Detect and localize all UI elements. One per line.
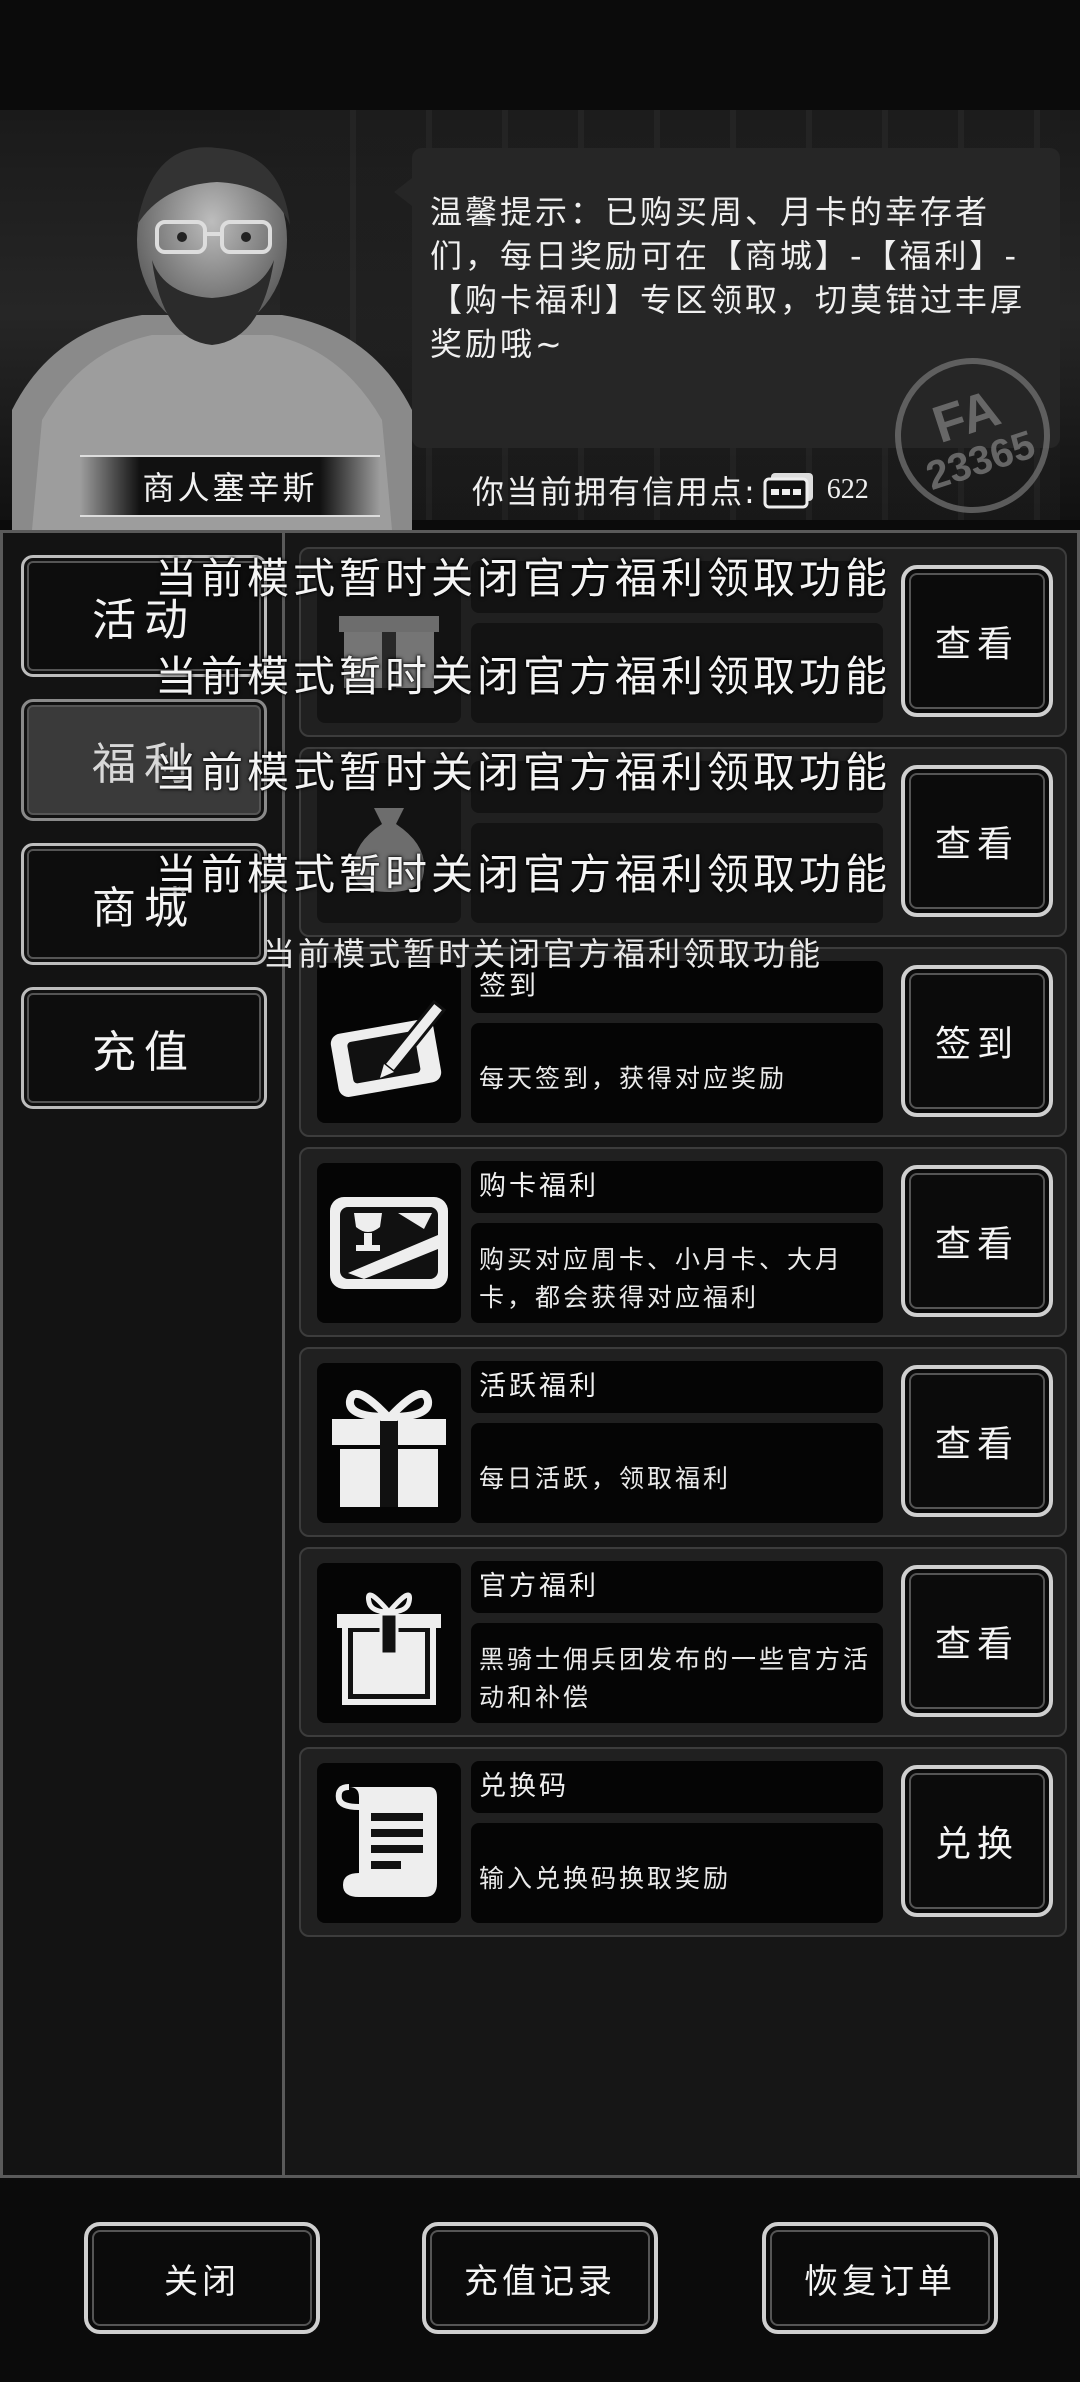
credits-amount: 622 xyxy=(826,474,869,505)
main-panel: 活动 福利 商城 充值 查看 查看 签到 每天签到，获得对应奖励 签到 购卡福利… xyxy=(0,530,1080,2178)
restore-order-button[interactable]: 恢复订单 xyxy=(762,2222,998,2334)
view-button[interactable]: 查看 xyxy=(901,765,1053,917)
merchant-header: 商人塞辛斯 温馨提示：已购买周、月卡的幸存者们，每日奖励可在【商城】-【福利】-… xyxy=(0,110,1080,534)
toast-message-small: 当前模式暂时关闭官方福利领取功能 xyxy=(263,935,824,973)
credit-card-icon xyxy=(763,473,813,509)
view-button[interactable]: 查看 xyxy=(901,1165,1053,1317)
view-button[interactable]: 查看 xyxy=(901,565,1053,717)
list-item: 购卡福利 购买对应周卡、小月卡、大月卡，都会获得对应福利 查看 xyxy=(299,1147,1067,1337)
item-title: 兑换码 xyxy=(471,1761,883,1813)
redeem-button[interactable]: 兑换 xyxy=(901,1765,1053,1917)
list-item: 兑换码 输入兑换码换取奖励 兑换 xyxy=(299,1747,1067,1937)
item-title: 购卡福利 xyxy=(471,1161,883,1213)
item-desc: 黑骑士佣兵团发布的一些官方活动和补偿 xyxy=(471,1623,883,1723)
sign-in-button[interactable]: 签到 xyxy=(901,965,1053,1117)
tablet-pen-icon xyxy=(317,963,461,1123)
toast-message: 当前模式暂时关闭官方福利领取功能 xyxy=(155,554,892,603)
close-button[interactable]: 关闭 xyxy=(84,2222,320,2334)
list-item: 官方福利 黑骑士佣兵团发布的一些官方活动和补偿 查看 xyxy=(299,1547,1067,1737)
sidebar-item-label: 充值 xyxy=(92,1027,196,1078)
gift-icon xyxy=(317,1363,461,1523)
toast-message: 当前模式暂时关闭官方福利领取功能 xyxy=(155,850,892,899)
tip-text: 温馨提示：已购买周、月卡的幸存者们，每日奖励可在【商城】-【福利】-【购卡福利】… xyxy=(430,193,1026,363)
credits-label: 你当前拥有信用点: xyxy=(472,473,757,511)
list-item: 签到 每天签到，获得对应奖励 签到 xyxy=(299,947,1067,1137)
toast-message: 当前模式暂时关闭官方福利领取功能 xyxy=(155,652,892,701)
item-desc: 每日活跃，领取福利 xyxy=(471,1423,883,1523)
view-button[interactable]: 查看 xyxy=(901,1365,1053,1517)
scroll-icon xyxy=(317,1763,461,1923)
sidebar-item-recharge[interactable]: 充值 xyxy=(21,987,267,1109)
list-item: 活跃福利 每日活跃，领取福利 查看 xyxy=(299,1347,1067,1537)
item-desc: 购买对应周卡、小月卡、大月卡，都会获得对应福利 xyxy=(471,1223,883,1323)
item-title: 活跃福利 xyxy=(471,1361,883,1413)
package-icon xyxy=(317,1563,461,1723)
item-desc: 每天签到，获得对应奖励 xyxy=(471,1023,883,1123)
credits-display: 你当前拥有信用点: 622 xyxy=(472,460,869,520)
item-title: 官方福利 xyxy=(471,1561,883,1613)
item-desc: 输入兑换码换取奖励 xyxy=(471,1823,883,1923)
view-button[interactable]: 查看 xyxy=(901,1565,1053,1717)
toast-message: 当前模式暂时关闭官方福利领取功能 xyxy=(155,748,892,797)
recharge-history-button[interactable]: 充值记录 xyxy=(422,2222,658,2334)
merchant-name: 商人塞辛斯 xyxy=(80,455,380,517)
trophy-card-icon xyxy=(317,1163,461,1323)
